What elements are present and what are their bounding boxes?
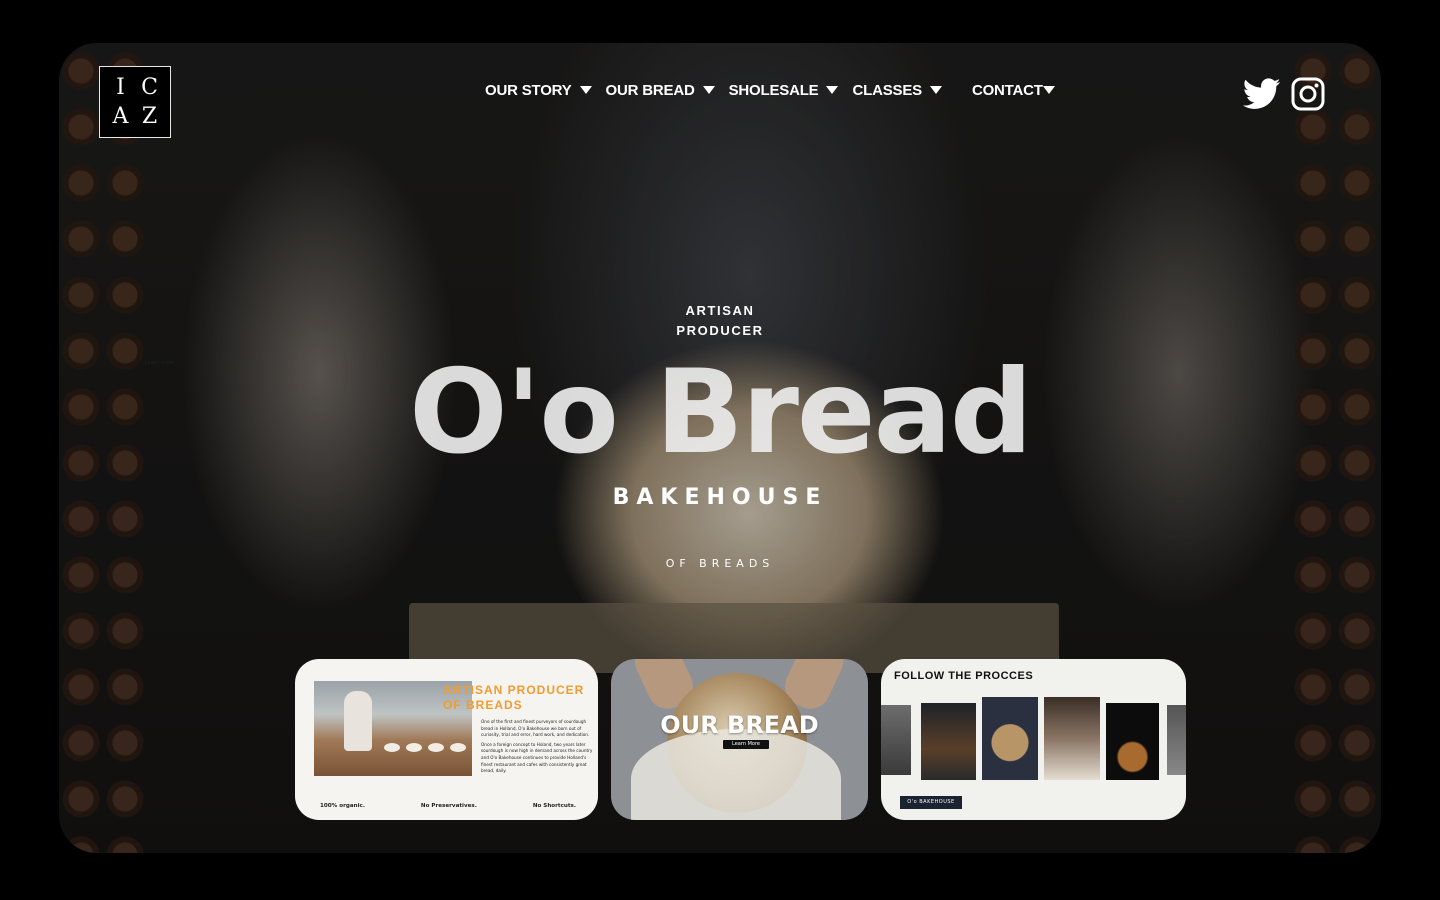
nav-item-label: OUR BREAD <box>605 81 695 99</box>
gallery-thumb[interactable] <box>1044 697 1100 780</box>
instagram-icon[interactable] <box>1291 77 1325 111</box>
nav-item-label: CLASSES <box>852 81 922 99</box>
our-bread-title: OUR BREAD <box>660 711 819 739</box>
caret-down-icon <box>1042 86 1055 94</box>
process-card[interactable]: FOLLOW THE PROCCES O'o BAKEHOUSE <box>881 659 1186 820</box>
nav-item-our-bread[interactable]: OUR BREAD <box>606 79 715 101</box>
logo-letter: A <box>112 103 129 129</box>
hero-tagline: OF BREADS <box>665 557 775 570</box>
producer-body: One of the first and finest purveyors of… <box>481 719 593 775</box>
hero-banner: I C A Z OUR STORY OUR BREAD SHOLESALE CL… <box>59 43 1381 853</box>
gallery-thumb[interactable] <box>1106 703 1159 780</box>
producer-paragraph: Once a foreign concept to Holand, two ye… <box>481 741 593 774</box>
hero-eyebrow-line1: ARTISAN <box>685 303 755 318</box>
nav-item-our-story[interactable]: OUR STORY <box>485 79 592 101</box>
bakehouse-button[interactable]: O'o BAKEHOUSE <box>900 796 962 809</box>
feature-organic: 100% organic. <box>320 803 365 809</box>
caret-down-icon <box>929 86 942 94</box>
producer-features: 100% organic. No Preservatives. No Short… <box>320 803 576 809</box>
logo-letter: I <box>116 74 125 100</box>
logo-letter: Z <box>141 103 158 129</box>
nav-item-sholesale[interactable]: SHOLESALE <box>729 79 839 101</box>
producer-heading: ARTISAN PRODUCER OF BREADS <box>443 683 584 713</box>
gallery-thumb[interactable] <box>982 697 1038 780</box>
feature-no-preservatives: No Preservatives. <box>420 803 477 809</box>
process-title: FOLLOW THE PROCCES <box>894 670 1034 682</box>
learn-more-button[interactable]: Learn More <box>723 740 769 749</box>
gallery-thumb[interactable] <box>881 705 911 775</box>
caret-down-icon <box>826 86 839 94</box>
logo[interactable]: I C A Z <box>99 66 171 138</box>
producer-card[interactable]: ARTISAN PRODUCER OF BREADS One of the fi… <box>295 659 598 820</box>
hero-subtitle: BAKEHOUSE <box>612 485 828 510</box>
nav-item-label: CONTACT <box>971 81 1043 99</box>
gallery-thumb[interactable] <box>921 703 976 780</box>
nav-item-label: SHOLESALE <box>728 81 819 99</box>
social-links <box>1243 77 1325 111</box>
main-nav: OUR STORY OUR BREAD SHOLESALE CLASSES CO… <box>485 79 1069 101</box>
producer-heading-line2: OF BREADS <box>443 698 523 712</box>
feature-no-shortcuts: No Shortcuts. <box>532 803 576 809</box>
caret-down-icon <box>579 86 592 94</box>
logo-letter: C <box>141 74 158 100</box>
producer-heading-line1: ARTISAN PRODUCER <box>443 683 585 697</box>
producer-paragraph: One of the first and finest purveyors of… <box>481 719 590 738</box>
caret-down-icon <box>702 86 715 94</box>
process-gallery <box>881 697 1186 780</box>
hero-eyebrow-line2: PRODUCER <box>676 323 764 338</box>
twitter-icon[interactable] <box>1243 78 1281 110</box>
nav-item-classes[interactable]: CLASSES <box>852 79 942 101</box>
gallery-thumb[interactable] <box>1167 705 1186 775</box>
nav-item-contact[interactable]: CONTACT <box>972 79 1055 101</box>
hero-title: O'o Bread <box>409 345 1033 480</box>
our-bread-card[interactable]: OUR BREAD Learn More <box>611 659 868 820</box>
nav-item-label: OUR STORY <box>485 81 572 99</box>
